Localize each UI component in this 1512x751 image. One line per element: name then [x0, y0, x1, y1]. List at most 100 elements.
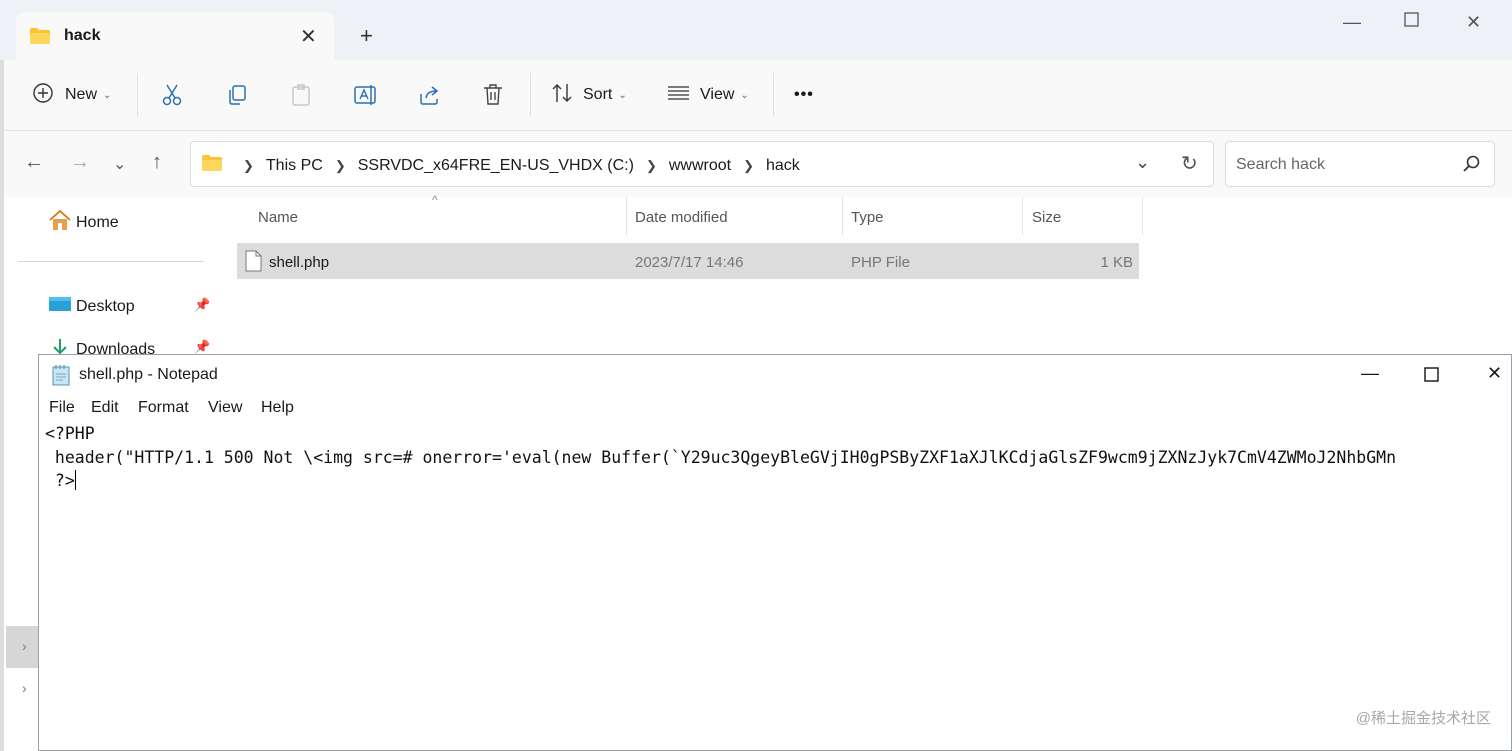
more-options-icon[interactable]: •••	[794, 80, 814, 110]
notepad-menu-bar: File Edit Format View Help	[39, 395, 1511, 421]
minimize-icon[interactable]: —	[1343, 12, 1361, 33]
forward-arrow-icon[interactable]: →	[70, 151, 90, 174]
explorer-title-bar: hack ✕ + — ✕	[0, 0, 1512, 60]
window-edge	[0, 60, 4, 751]
chevron-right-icon: ❯	[243, 157, 254, 173]
column-date-modified[interactable]: Date modified	[635, 209, 728, 226]
back-arrow-icon[interactable]: ←	[24, 151, 44, 174]
delete-icon[interactable]	[482, 80, 504, 110]
text-cursor	[74, 470, 76, 490]
view-button[interactable]: View ⌄	[667, 80, 749, 110]
minimize-icon[interactable]: —	[1361, 363, 1379, 384]
copy-icon[interactable]	[226, 80, 248, 110]
paste-icon[interactable]	[290, 80, 312, 110]
file-icon	[245, 250, 263, 277]
maximize-icon[interactable]	[1404, 12, 1420, 33]
divider	[18, 261, 204, 262]
folder-icon	[201, 154, 223, 177]
tab-hack[interactable]: hack ✕	[16, 12, 334, 60]
address-row: ← → ⌄ ↑ ❯ This PC ❯ SSRVDC_x64FRE_EN-US_…	[0, 131, 1512, 197]
watermark: @稀土掘金技术社区	[1355, 710, 1491, 727]
chevron-down-icon: ⌄	[103, 89, 112, 101]
folder-icon	[29, 27, 51, 50]
menu-help[interactable]: Help	[261, 399, 294, 417]
share-icon[interactable]	[418, 80, 442, 110]
notepad-title: shell.php - Notepad	[79, 366, 218, 383]
view-list-icon	[667, 84, 691, 107]
breadcrumb-wwwroot[interactable]: wwwroot	[669, 157, 731, 175]
breadcrumb-hack[interactable]: hack	[766, 157, 800, 175]
pin-icon[interactable]: 📌	[194, 297, 210, 313]
chevron-down-icon: ⌄	[618, 89, 627, 101]
nav-item-home[interactable]: Home	[48, 209, 119, 236]
chevron-right-icon[interactable]: ›	[22, 680, 27, 696]
file-type: PHP File	[851, 254, 910, 271]
file-size: 1 KB	[1100, 254, 1133, 271]
notepad-app-icon	[51, 364, 71, 391]
notepad-text-area[interactable]: <?PHP header("HTTP/1.1 500 Not \<img src…	[45, 422, 1396, 493]
column-headers: ^ Name Date modified Type Size	[236, 193, 1144, 237]
column-type[interactable]: Type	[851, 209, 884, 226]
breadcrumb-drive[interactable]: SSRVDC_x64FRE_EN-US_VHDX (C:)	[358, 157, 634, 175]
menu-format[interactable]: Format	[138, 399, 189, 417]
search-box[interactable]: Search hack	[1225, 141, 1495, 187]
address-dropdown-chevron-icon[interactable]: ⌄	[1135, 152, 1150, 173]
close-tab-icon[interactable]: ✕	[300, 24, 317, 49]
chevron-right-icon: ❯	[645, 157, 657, 173]
pin-icon[interactable]: 📌	[194, 339, 210, 355]
file-name: shell.php	[269, 254, 330, 271]
nav-home-label: Home	[76, 213, 119, 231]
chevron-right-icon: ❯	[334, 157, 346, 173]
rename-icon[interactable]	[354, 80, 378, 110]
new-label: New	[65, 86, 98, 103]
menu-edit[interactable]: Edit	[91, 399, 119, 417]
new-tab-icon[interactable]: +	[360, 23, 373, 49]
plus-circle-icon	[32, 82, 54, 109]
close-window-icon[interactable]: ✕	[1487, 363, 1502, 384]
breadcrumb-this-pc[interactable]: This PC	[266, 157, 323, 175]
chevron-down-icon: ⌄	[740, 89, 749, 101]
text-line: <?PHP	[45, 424, 95, 443]
text-line-content: ?>	[45, 471, 75, 490]
text-line: ?>	[45, 469, 1396, 493]
up-arrow-icon[interactable]: ↑	[152, 151, 162, 174]
sort-ascending-icon: ^	[432, 193, 438, 207]
cut-icon[interactable]	[161, 80, 183, 110]
view-label: View	[700, 86, 735, 103]
notepad-window: shell.php - Notepad — ✕ File Edit Format…	[38, 354, 1512, 751]
divider[interactable]	[1022, 197, 1023, 235]
desktop-icon	[48, 295, 72, 318]
menu-file[interactable]: File	[49, 399, 75, 417]
column-name[interactable]: Name	[258, 209, 298, 226]
divider	[137, 73, 138, 117]
divider[interactable]	[842, 197, 843, 235]
sort-label: Sort	[583, 86, 613, 103]
command-bar: New ⌄ Sort ⌄ View ⌄ •••	[0, 60, 1512, 131]
divider	[773, 73, 774, 117]
close-window-icon[interactable]: ✕	[1466, 12, 1481, 33]
sort-button[interactable]: Sort ⌄	[550, 80, 627, 110]
divider[interactable]	[1142, 197, 1143, 235]
nav-item-desktop[interactable]: Desktop	[48, 295, 135, 318]
table-row[interactable]: shell.php 2023/7/17 14:46 PHP File 1 KB	[237, 243, 1139, 279]
chevron-right-icon: ❯	[743, 157, 754, 173]
text-line: header("HTTP/1.1 500 Not \<img src=# one…	[45, 447, 1397, 467]
breadcrumb: ❯ This PC ❯ SSRVDC_x64FRE_EN-US_VHDX (C:…	[201, 154, 800, 177]
refresh-icon[interactable]: ↻	[1181, 151, 1198, 176]
maximize-icon[interactable]	[1424, 367, 1440, 388]
column-size[interactable]: Size	[1032, 209, 1061, 226]
search-icon	[1462, 154, 1482, 179]
nav-desktop-label: Desktop	[76, 297, 135, 315]
file-date: 2023/7/17 14:46	[635, 254, 744, 271]
chevron-right-icon[interactable]: ›	[22, 638, 27, 654]
notepad-title-bar: shell.php - Notepad — ✕	[39, 355, 1511, 395]
sort-icon	[550, 82, 574, 109]
menu-view[interactable]: View	[208, 399, 242, 417]
new-button[interactable]: New ⌄	[32, 80, 111, 110]
divider[interactable]	[626, 197, 627, 235]
address-bar[interactable]: ❯ This PC ❯ SSRVDC_x64FRE_EN-US_VHDX (C:…	[190, 141, 1214, 187]
tab-title: hack	[64, 27, 101, 44]
recent-locations-chevron-icon[interactable]: ⌄	[113, 154, 126, 174]
search-input[interactable]: Search hack	[1236, 156, 1325, 174]
divider	[530, 73, 531, 117]
